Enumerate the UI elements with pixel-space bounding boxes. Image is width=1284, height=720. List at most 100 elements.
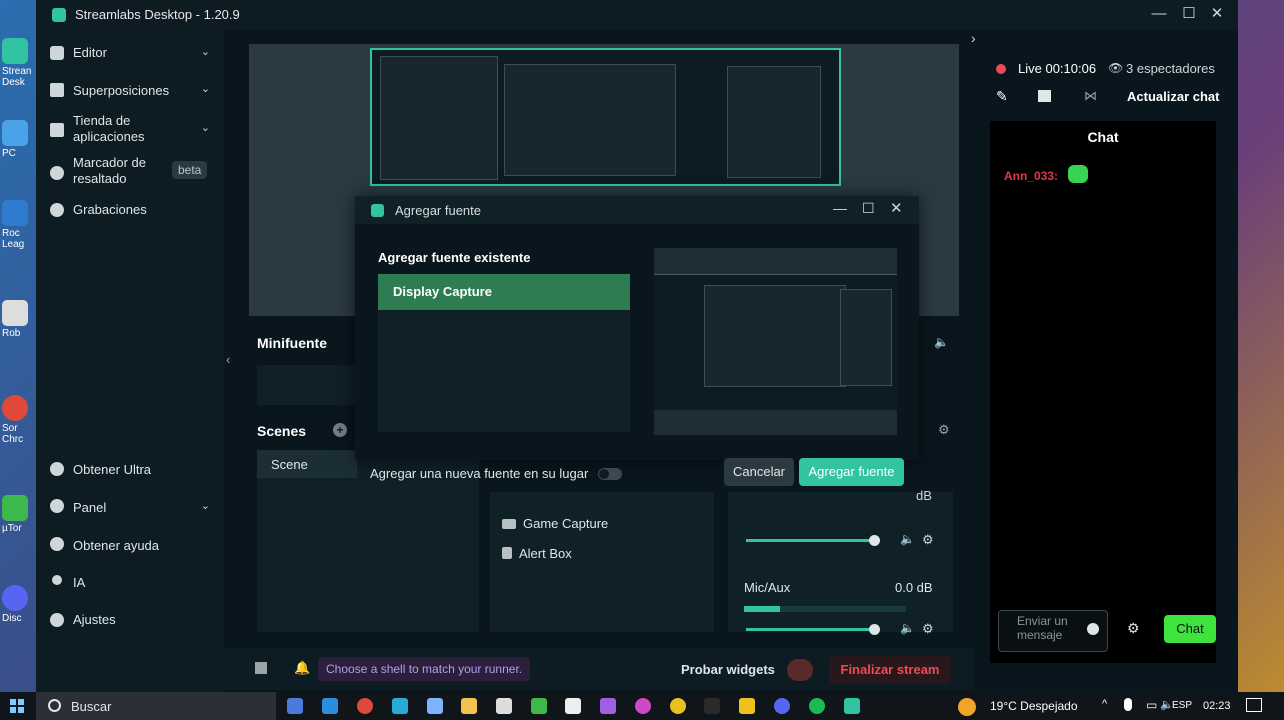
close-icon[interactable]: ✕ <box>890 199 903 217</box>
send-chat-button[interactable]: Chat <box>1164 615 1216 643</box>
network-icon[interactable]: ▭ <box>1146 698 1157 712</box>
desktop-icon-utorrent[interactable]: µTor <box>2 495 38 534</box>
sidebar-item-get-ultra[interactable]: Obtener Ultra <box>36 459 224 495</box>
stats-icon[interactable] <box>255 662 267 674</box>
taskbar-clock[interactable]: 02:23 <box>1203 700 1231 712</box>
microphone-icon[interactable] <box>1124 698 1132 711</box>
chat-message-input[interactable]: Enviar un mensaje <box>998 610 1108 652</box>
cancel-button[interactable]: Cancelar <box>724 458 794 486</box>
desktop-icon-discord[interactable]: Disc <box>2 585 38 624</box>
taskbar-app-icon[interactable] <box>496 698 512 714</box>
editor-icon <box>50 46 64 60</box>
chrome-icon[interactable] <box>357 698 373 714</box>
popout-icon[interactable] <box>1038 90 1051 102</box>
notifications-icon[interactable] <box>1246 698 1262 712</box>
source-item-game-capture[interactable]: Game Capture <box>502 516 608 531</box>
add-source-dialog: Agregar fuente — ☐ ✕ Agregar fuente exis… <box>355 196 919 460</box>
windows-start-icon[interactable] <box>10 699 24 713</box>
maximize-icon[interactable]: ☐ <box>1176 4 1202 24</box>
sidebar-item-settings[interactable]: Ajustes <box>36 609 224 645</box>
sidebar-item-overlays[interactable]: Superposiciones ⌄ <box>36 73 224 109</box>
weather-text[interactable]: 19°C Despejado <box>990 699 1078 713</box>
minimize-icon[interactable]: — <box>1146 4 1172 24</box>
record-button[interactable] <box>787 659 813 681</box>
sidebar-item-editor[interactable]: Editor ⌄ <box>36 36 224 72</box>
gear-icon[interactable]: ⚙ <box>922 532 934 548</box>
taskbar-app-icon[interactable] <box>670 698 686 714</box>
speaker-icon[interactable]: 🔈 <box>900 621 915 635</box>
scene-item-label: Scene <box>271 457 308 472</box>
taskbar-app-icon[interactable] <box>427 698 443 714</box>
sidebar-item-app-store[interactable]: Tienda de aplicaciones ⌄ <box>36 110 224 150</box>
utorrent-icon[interactable] <box>531 698 547 714</box>
sidebar-item-ai[interactable]: IA <box>36 571 224 607</box>
speaker-icon[interactable]: 🔈 <box>934 335 949 349</box>
tray-chevron-icon[interactable]: ^ <box>1102 698 1107 710</box>
language-indicator[interactable]: ESP <box>1172 700 1192 711</box>
gear-icon[interactable]: ⚙ <box>1127 620 1140 637</box>
alert-box-icon <box>502 547 512 559</box>
desktop-icon-rocket-league[interactable]: Roc Leag <box>2 200 38 250</box>
taskbar-app-icon[interactable] <box>739 698 755 714</box>
desktop-icon-chrome[interactable]: Sor Chrc <box>2 395 38 445</box>
sidebar-item-panel[interactable]: Panel ⌄ <box>36 496 224 532</box>
spotify-icon[interactable] <box>809 698 825 714</box>
source-item-alert-box[interactable]: Alert Box <box>502 546 572 561</box>
volume-knob[interactable] <box>869 624 880 635</box>
taskbar-app-icon[interactable] <box>635 698 651 714</box>
streamlabs-taskbar-icon[interactable] <box>844 698 860 714</box>
source-option-display-capture[interactable]: Display Capture <box>378 274 630 310</box>
folder-icon[interactable] <box>461 698 477 714</box>
desktop-icon-label: Roc Leag <box>2 228 25 250</box>
sidebar-item-recordings[interactable]: Grabaciones <box>36 198 224 234</box>
windows-taskbar: Buscar <box>0 692 1284 720</box>
add-scene-icon[interactable]: + <box>333 423 347 437</box>
desktop-icon-streamlabs[interactable]: Strean Desk <box>2 38 38 88</box>
gear-icon[interactable]: ⚙ <box>938 422 950 438</box>
speaker-icon[interactable]: 🔈 <box>900 532 915 546</box>
add-new-source-toggle[interactable] <box>598 468 622 480</box>
add-source-button[interactable]: Agregar fuente <box>799 458 904 486</box>
taskbar-app-icon[interactable] <box>287 698 303 714</box>
chat-title: Chat <box>1087 129 1119 145</box>
taskbar-app-icon[interactable] <box>565 698 581 714</box>
live-timer: Live 00:10:06 <box>1018 61 1097 76</box>
gear-icon[interactable]: ⚙ <box>922 621 934 637</box>
desktop-icon-pc[interactable]: PC <box>2 120 38 159</box>
volume-knob[interactable] <box>869 535 880 546</box>
pencil-icon[interactable]: ✎ <box>996 88 1008 105</box>
end-stream-button[interactable]: Finalizar stream <box>829 656 951 684</box>
viewer-count: 3 espectadores <box>1126 61 1215 76</box>
volume-slider-mic[interactable] <box>746 628 874 631</box>
edge-icon[interactable] <box>392 698 408 714</box>
minifuente-title: Minifuente <box>257 335 327 351</box>
sidebar-item-help[interactable]: Obtener ayuda <box>36 534 224 570</box>
taskbar-app-icon[interactable] <box>704 698 720 714</box>
close-icon[interactable]: ✕ <box>1204 4 1230 24</box>
chat-panel: › Live 00:10:06 👁 3 espectadores ✎ ⋈ Act… <box>971 30 1238 692</box>
bell-icon[interactable]: 🔔 <box>294 660 310 676</box>
stream-preview[interactable] <box>370 48 841 186</box>
add-new-source-label: Agregar una nueva fuente en su lugar <box>370 466 589 481</box>
tip-banner[interactable]: Choose a shell to match your runner. <box>318 657 531 681</box>
volume-slider-desktop[interactable] <box>746 539 874 542</box>
maximize-icon[interactable]: ☐ <box>862 200 875 217</box>
refresh-chat-button[interactable]: Actualizar chat <box>1127 89 1219 104</box>
ai-sparkle-icon <box>52 575 62 585</box>
sidebar-item-label: Obtener ayuda <box>73 538 160 553</box>
recordings-icon <box>50 203 64 217</box>
collapse-left-icon[interactable]: ‹ <box>226 352 230 367</box>
weather-icon <box>958 698 976 716</box>
taskbar-search[interactable]: Buscar <box>36 692 276 720</box>
desktop-icon-roblox[interactable]: Rob <box>2 300 38 339</box>
source-preview <box>654 248 897 435</box>
test-widgets-button[interactable]: Probar widgets <box>681 662 775 677</box>
taskbar-app-icon[interactable] <box>600 698 616 714</box>
emoji-icon[interactable] <box>1087 623 1099 635</box>
chevron-right-icon[interactable]: › <box>971 30 976 46</box>
taskbar-app-icon[interactable] <box>322 698 338 714</box>
minimize-icon[interactable]: — <box>833 200 847 216</box>
discord-icon[interactable] <box>774 698 790 714</box>
scene-item[interactable]: Scene <box>257 450 357 478</box>
share-icon[interactable]: ⋈ <box>1084 88 1097 104</box>
